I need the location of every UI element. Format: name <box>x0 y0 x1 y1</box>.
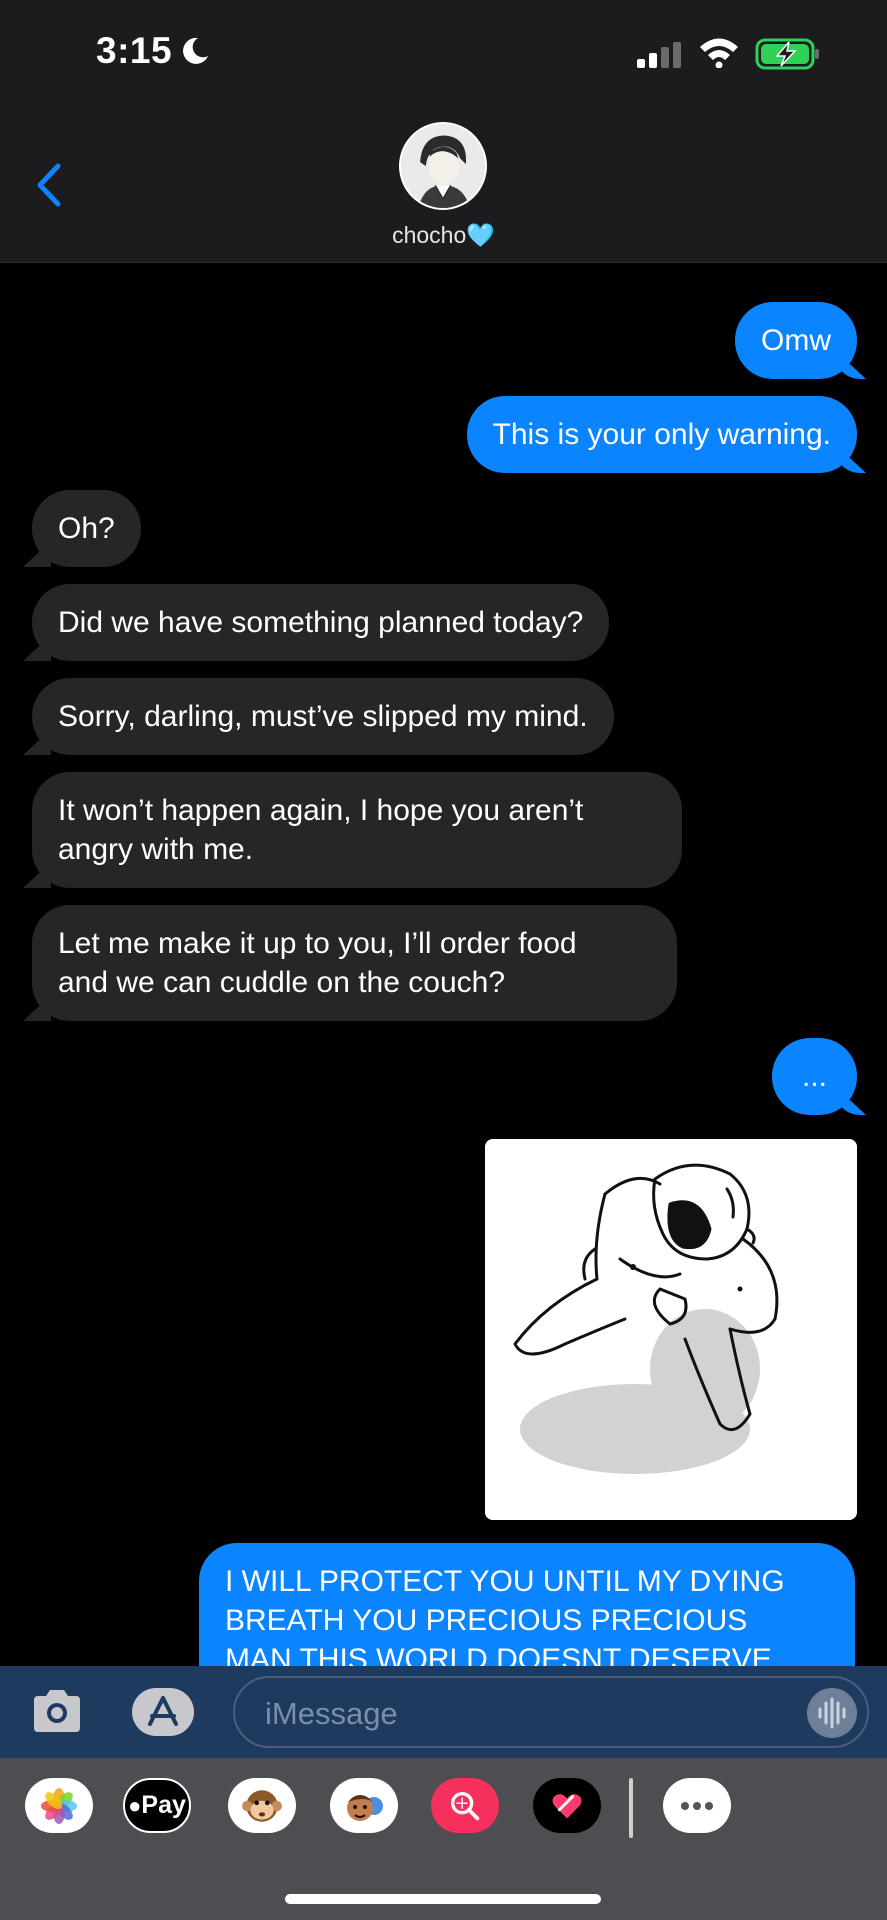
message-bubble-incoming[interactable]: Did we have something planned today? <box>32 584 610 661</box>
digital-touch-icon <box>552 1793 582 1818</box>
message-input[interactable]: iMessage <box>233 1676 869 1748</box>
message-thread[interactable]: Omw This is your only warning. Oh? Did w… <box>0 264 887 1666</box>
apple-pay-button[interactable]: ●Pay <box>123 1778 191 1833</box>
back-chevron-icon[interactable] <box>32 160 66 210</box>
digital-touch-button[interactable] <box>533 1778 601 1833</box>
more-apps-icon <box>681 1801 713 1810</box>
conversation-header: 3:15 chocho🩵 <box>0 0 887 263</box>
more-apps-button[interactable] <box>663 1778 731 1833</box>
memoji-stickers-icon <box>347 1794 383 1821</box>
imessage-app-drawer: ●Pay <box>0 1758 887 1920</box>
avatar-portrait-icon <box>401 124 485 208</box>
photos-icon <box>40 1787 78 1824</box>
animoji-button[interactable] <box>228 1778 296 1833</box>
apple-pay-icon: ●Pay <box>128 1791 186 1819</box>
battery-charging-icon <box>755 38 819 70</box>
message-bubble-outgoing[interactable]: Omw <box>735 302 857 379</box>
focus-moon-icon <box>183 37 208 64</box>
image-attachment[interactable] <box>485 1139 857 1520</box>
status-time: 3:15 <box>96 30 173 71</box>
message-bubble-incoming[interactable]: Let me make it up to you, I’ll order foo… <box>32 905 677 1021</box>
message-bubble-outgoing[interactable]: I WILL PROTECT YOU UNTIL MY DYING BREATH… <box>199 1543 855 1666</box>
waveform-icon <box>818 1697 846 1729</box>
camera-icon[interactable] <box>30 1688 84 1734</box>
message-bubble-incoming[interactable]: Sorry, darling, must’ve slipped my mind. <box>32 678 614 755</box>
apple-pay-label: Pay <box>141 1791 186 1819</box>
cellular-signal-icon <box>637 42 681 68</box>
image-search-button[interactable] <box>431 1778 499 1833</box>
photos-app-button[interactable] <box>25 1778 93 1833</box>
crying-sketch-image <box>485 1139 857 1520</box>
drawer-divider <box>629 1778 633 1838</box>
wifi-icon <box>700 38 738 68</box>
search-images-icon <box>450 1791 480 1820</box>
compose-bar: iMessage <box>0 1666 887 1758</box>
message-input-placeholder: iMessage <box>265 1696 398 1731</box>
app-store-icon[interactable] <box>130 1686 196 1738</box>
audio-message-button[interactable] <box>807 1688 857 1738</box>
message-bubble-outgoing[interactable]: This is your only warning. <box>466 396 857 473</box>
message-bubble-incoming[interactable]: Oh? <box>32 490 141 567</box>
contact-avatar[interactable] <box>399 122 487 210</box>
memoji-stickers-button[interactable] <box>330 1778 398 1833</box>
monkey-memoji-icon <box>242 1789 282 1822</box>
message-bubble-outgoing[interactable]: ... <box>771 1038 857 1115</box>
home-indicator[interactable] <box>285 1894 601 1904</box>
message-bubble-incoming[interactable]: It won’t happen again, I hope you aren’t… <box>32 772 682 888</box>
contact-name[interactable]: chocho🩵 <box>0 222 887 249</box>
